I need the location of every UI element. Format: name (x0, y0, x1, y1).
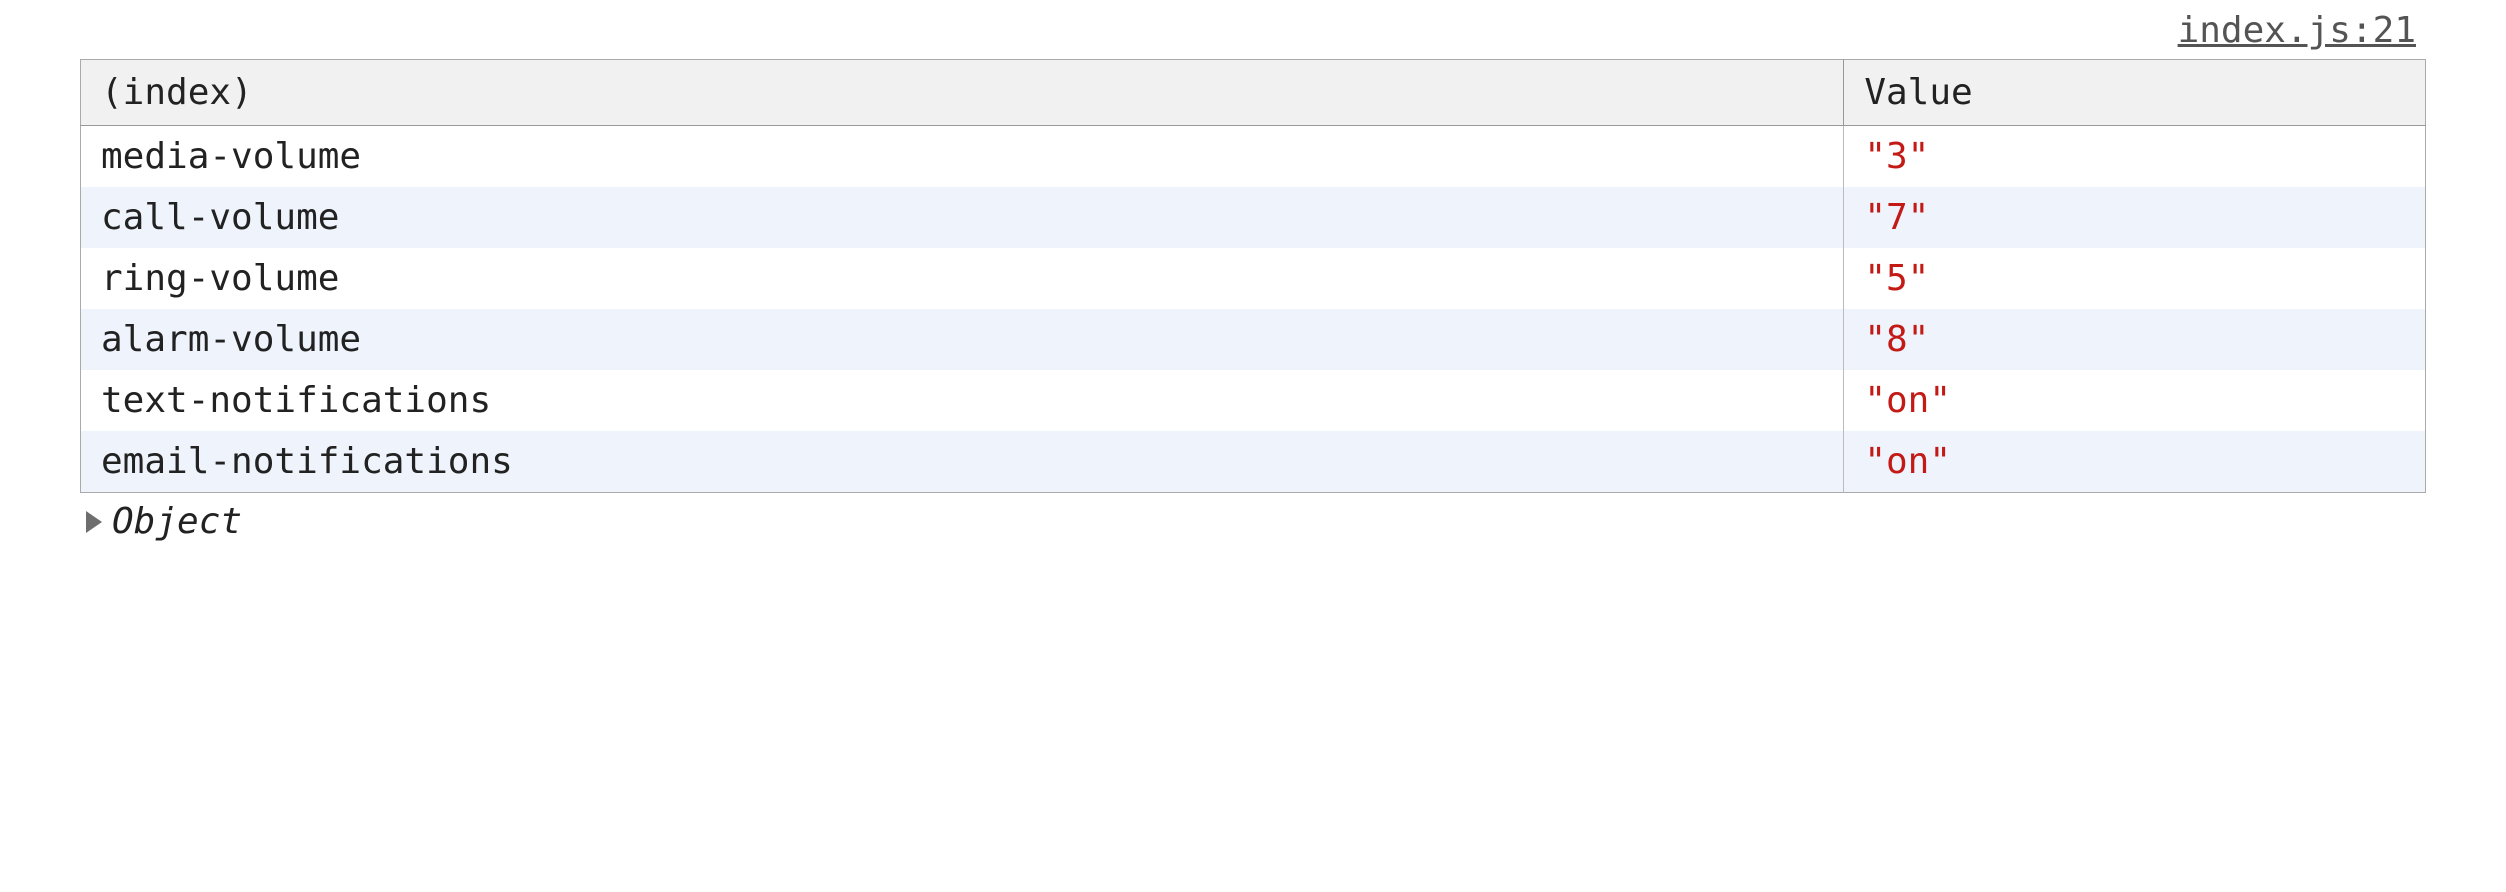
string-value: "on" (1864, 380, 1951, 421)
table-row: call-volume "7" (81, 187, 2426, 248)
object-label: Object (112, 501, 242, 542)
table-cell-value: "on" (1844, 370, 2426, 431)
table-row: ring-volume "5" (81, 248, 2426, 309)
table-header-value[interactable]: Value (1844, 60, 2426, 126)
source-link[interactable]: index.js:21 (2178, 10, 2416, 51)
table-cell-index: ring-volume (81, 248, 1844, 309)
string-value: "8" (1864, 319, 1929, 360)
table-header-index[interactable]: (index) (81, 60, 1844, 126)
table-header-row: (index) Value (81, 60, 2426, 126)
table-row: text-notifications "on" (81, 370, 2426, 431)
table-cell-index: media-volume (81, 126, 1844, 188)
table-row: media-volume "3" (81, 126, 2426, 188)
console-table: (index) Value media-volume "3" call-volu… (80, 59, 2426, 493)
table-cell-index: call-volume (81, 187, 1844, 248)
table-cell-index: alarm-volume (81, 309, 1844, 370)
string-value: "5" (1864, 258, 1929, 299)
table-cell-index: email-notifications (81, 431, 1844, 493)
table-body: media-volume "3" call-volume "7" ring-vo… (81, 126, 2426, 493)
object-expand-row[interactable]: Object (80, 493, 2426, 542)
table-cell-value: "5" (1844, 248, 2426, 309)
disclosure-triangle-icon (86, 511, 102, 533)
table-row: alarm-volume "8" (81, 309, 2426, 370)
string-value: "3" (1864, 136, 1929, 177)
table-cell-value: "7" (1844, 187, 2426, 248)
table-row: email-notifications "on" (81, 431, 2426, 493)
table-cell-value: "8" (1844, 309, 2426, 370)
console-log-entry: index.js:21 (index) Value media-volume "… (0, 10, 2506, 542)
source-link-row: index.js:21 (80, 10, 2426, 51)
table-cell-index: text-notifications (81, 370, 1844, 431)
table-cell-value: "3" (1844, 126, 2426, 188)
string-value: "on" (1864, 441, 1951, 482)
string-value: "7" (1864, 197, 1929, 238)
table-cell-value: "on" (1844, 431, 2426, 493)
